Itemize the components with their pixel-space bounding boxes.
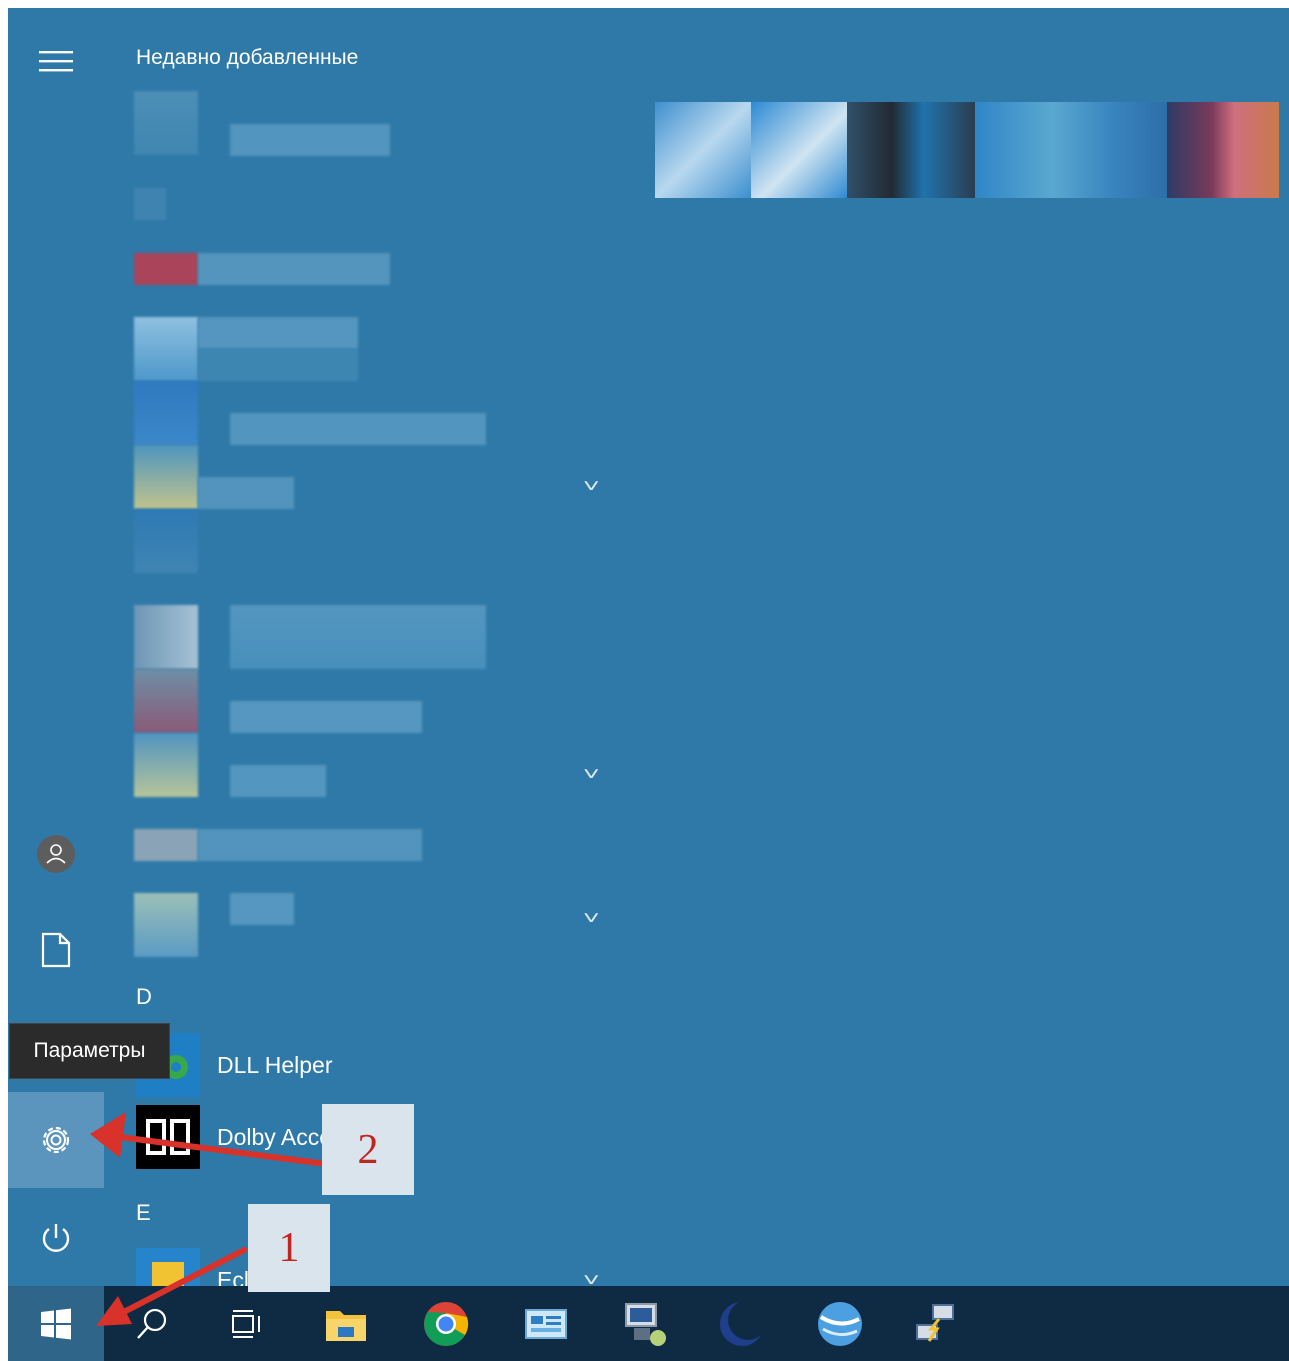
annotation-arrows xyxy=(90,1112,337,1326)
start-menu: Недавно добавленные ˅ ˅ ˅ D E DLL Helper… xyxy=(8,8,1289,1361)
arrow-to-settings xyxy=(90,1112,337,1168)
step-badge-1: 1 xyxy=(248,1204,330,1292)
step-badge-2: 2 xyxy=(322,1104,414,1195)
arrow-to-start xyxy=(96,1247,247,1326)
